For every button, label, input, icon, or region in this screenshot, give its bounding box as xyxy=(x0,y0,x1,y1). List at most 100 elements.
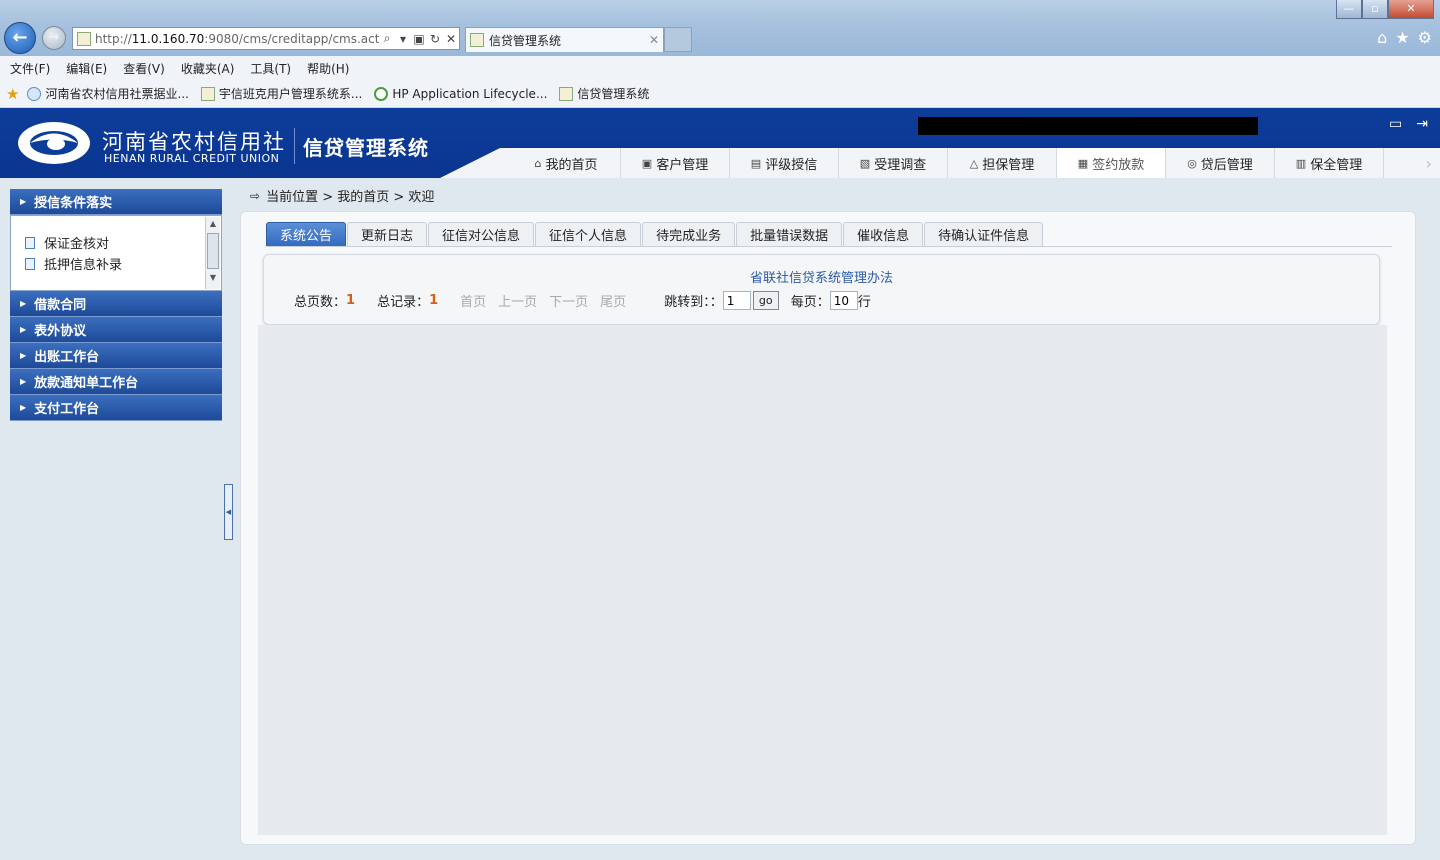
redacted-user-info xyxy=(918,117,1258,135)
content-area xyxy=(258,325,1387,835)
browser-tab[interactable]: 信贷管理系统 ✕ xyxy=(465,27,664,52)
notice-title-link[interactable]: 省联社信贷系统管理办法 xyxy=(264,267,1379,286)
sidebar-item-deposit-check[interactable]: 保证金核对 xyxy=(25,232,221,253)
content-tabs: 系统公告 更新日志 征信对公信息 征信个人信息 待完成业务 批量错误数据 催收信… xyxy=(266,222,1044,246)
breadcrumb: ⇨ 当前位置 > 我的首页 > 欢迎 xyxy=(250,186,435,206)
tab-system-notice[interactable]: 系统公告 xyxy=(266,222,347,246)
sidebar-section-offbalance[interactable]: ▶ 表外协议 xyxy=(10,317,222,343)
prev-page-link[interactable]: 上一页 xyxy=(498,291,537,310)
menu-tools[interactable]: 工具(T) xyxy=(250,60,291,77)
dropdown-arrow-icon[interactable]: ▾ xyxy=(395,32,411,46)
favorite-link[interactable]: 信贷管理系统 xyxy=(559,85,649,102)
tab-credit-personal[interactable]: 征信个人信息 xyxy=(535,222,642,246)
scroll-down-icon[interactable]: ▼ xyxy=(206,271,220,285)
scroll-up-icon[interactable]: ▲ xyxy=(206,217,220,231)
sidebar-item-mortgage-supplement[interactable]: 抵押信息补录 xyxy=(25,253,221,274)
header-icons: ▭ ⇥ xyxy=(1389,116,1428,132)
expand-triangle-icon: ▶ xyxy=(20,299,27,308)
menu-edit[interactable]: 编辑(E) xyxy=(66,60,107,77)
tab-favicon-icon xyxy=(470,33,484,47)
favorite-link[interactable]: 河南省农村信用社票据业... xyxy=(27,85,189,102)
tab-pending-id[interactable]: 待确认证件信息 xyxy=(924,222,1044,246)
per-page-label: 每页： xyxy=(790,295,830,310)
nav-guarantee[interactable]: △ 担保管理 xyxy=(948,148,1057,178)
tab-pending-business[interactable]: 待完成业务 xyxy=(642,222,736,246)
favorites-star-icon[interactable]: ★ xyxy=(1395,28,1409,47)
sidebar-scrollbar[interactable]: ▲ ▼ xyxy=(205,217,220,289)
menu-favorites[interactable]: 收藏夹(A) xyxy=(181,60,235,77)
favorites-bar: ★ 河南省农村信用社票据业... 宇信班克用户管理系统系... HP Appli… xyxy=(0,80,1440,108)
favorite-link[interactable]: HP Application Lifecycle... xyxy=(374,86,547,101)
sidebar-section-loan-contract[interactable]: ▶ 借款合同 xyxy=(10,291,222,317)
address-bar[interactable]: http://11.0.160.70:9080/cms/creditapp/cm… xyxy=(72,27,460,50)
favorites-star-icon[interactable]: ★ xyxy=(6,85,19,103)
sidebar-section-disbursement-desk[interactable]: ▶ 出账工作台 xyxy=(10,343,222,369)
monitor-icon[interactable]: ▭ xyxy=(1389,116,1402,132)
menu-file[interactable]: 文件(F) xyxy=(10,60,50,77)
compat-view-icon[interactable]: ▣ xyxy=(411,32,427,46)
preserve-icon: ▥ xyxy=(1295,156,1307,170)
sidebar-section-body: 保证金核对 抵押信息补录 ▲ ▼ xyxy=(10,215,222,291)
breadcrumb-text: 当前位置 > 我的首页 > 欢迎 xyxy=(266,190,435,205)
tab-close-icon[interactable]: ✕ xyxy=(649,33,663,47)
pager: 总页数： 1 总记录： 1 首页 上一页 下一页 尾页 跳转到：： go 每页：… xyxy=(294,291,871,310)
per-page-input[interactable] xyxy=(829,291,858,310)
last-page-link[interactable]: 尾页 xyxy=(600,291,626,310)
nav-postloan[interactable]: ◎ 贷后管理 xyxy=(1166,148,1275,178)
tab-underline xyxy=(266,246,1392,247)
per-page-unit: 行 xyxy=(857,295,871,310)
back-arrow-icon[interactable]: ← xyxy=(4,22,36,54)
total-records-label: 总记录： xyxy=(377,295,430,310)
ie-page-icon xyxy=(27,86,42,101)
refresh-icon[interactable]: ↻ xyxy=(427,32,443,46)
survey-icon: ▧ xyxy=(859,156,871,170)
logout-icon[interactable]: ⇥ xyxy=(1416,116,1428,132)
page-favicon-icon xyxy=(77,31,91,46)
expand-triangle-icon: ▶ xyxy=(20,197,27,206)
image-page-icon xyxy=(559,86,574,101)
maximize-icon[interactable]: ▫ xyxy=(1362,0,1388,19)
sidebar-section-notice-desk[interactable]: ▶ 放款通知单工作台 xyxy=(10,369,222,395)
url-text[interactable]: http://11.0.160.70:9080/cms/creditapp/cm… xyxy=(95,32,379,46)
favorite-link[interactable]: 宇信班克用户管理系统系... xyxy=(200,85,362,102)
home-icon[interactable]: ⌂ xyxy=(1377,28,1387,47)
nav-contract[interactable]: ▦ 签约放款 xyxy=(1057,148,1166,178)
tab-collection[interactable]: 催收信息 xyxy=(843,222,924,246)
sidebar-collapse-handle[interactable]: ◀ xyxy=(224,484,233,540)
jump-page-input[interactable] xyxy=(722,291,751,310)
logo-divider xyxy=(294,128,295,164)
search-icon[interactable]: ⌕ xyxy=(379,31,395,46)
nav-rating[interactable]: ▤ 评级授信 xyxy=(730,148,839,178)
nav-home[interactable]: ⌂ 我的首页 xyxy=(512,148,621,178)
gear-icon[interactable]: ⚙ xyxy=(1418,28,1432,47)
first-page-link[interactable]: 首页 xyxy=(460,291,486,310)
tab-credit-corporate[interactable]: 征信对公信息 xyxy=(428,222,535,246)
sidebar-section-credit-conditions[interactable]: ▶ 授信条件落实 xyxy=(10,189,222,215)
rating-icon: ▤ xyxy=(750,156,762,170)
close-window-icon[interactable]: ✕ xyxy=(1388,0,1434,19)
postloan-icon: ◎ xyxy=(1187,156,1197,170)
expand-triangle-icon: ▶ xyxy=(20,351,27,360)
nav-customer[interactable]: ▣ 客户管理 xyxy=(621,148,730,178)
guarantee-icon: △ xyxy=(969,156,979,170)
stop-icon[interactable]: ✕ xyxy=(443,32,459,46)
tab-batch-errors[interactable]: 批量错误数据 xyxy=(736,222,843,246)
new-tab-button[interactable] xyxy=(664,27,692,52)
nav-tabs: ⌂ 我的首页 ▣ 客户管理 ▤ 评级授信 ▧ 受理调查 △ 担保管理 ▦ 签约放款 ◎ 贷后管… xyxy=(512,148,1384,178)
sidebar-section-payment-desk[interactable]: ▶ 支付工作台 xyxy=(10,395,222,421)
nav-more-chevron-icon[interactable]: › xyxy=(1426,154,1432,173)
forward-arrow-icon[interactable]: → xyxy=(42,26,66,50)
minimize-icon[interactable]: — xyxy=(1336,0,1362,19)
nav-survey[interactable]: ▧ 受理调查 xyxy=(839,148,948,178)
jump-label: 跳转到：： xyxy=(664,295,723,310)
location-icon: ⇨ xyxy=(250,188,261,203)
menu-help[interactable]: 帮助(H) xyxy=(307,60,349,77)
scroll-thumb[interactable] xyxy=(207,233,219,269)
menu-view[interactable]: 查看(V) xyxy=(123,60,165,77)
go-button[interactable]: go xyxy=(752,291,779,310)
left-sidebar: ▶ 授信条件落实 保证金核对 抵押信息补录 ▲ ▼ ▶ 借款合同 ▶ 表外协议 ▶ 出账… xyxy=(10,189,222,421)
tab-update-log[interactable]: 更新日志 xyxy=(347,222,428,246)
next-page-link[interactable]: 下一页 xyxy=(549,291,588,310)
main-nav: ⌂ 我的首页 ▣ 客户管理 ▤ 评级授信 ▧ 受理调查 △ 担保管理 ▦ 签约放款 ◎ 贷后管… xyxy=(440,148,1440,178)
nav-preserve[interactable]: ▥ 保全管理 xyxy=(1275,148,1384,178)
